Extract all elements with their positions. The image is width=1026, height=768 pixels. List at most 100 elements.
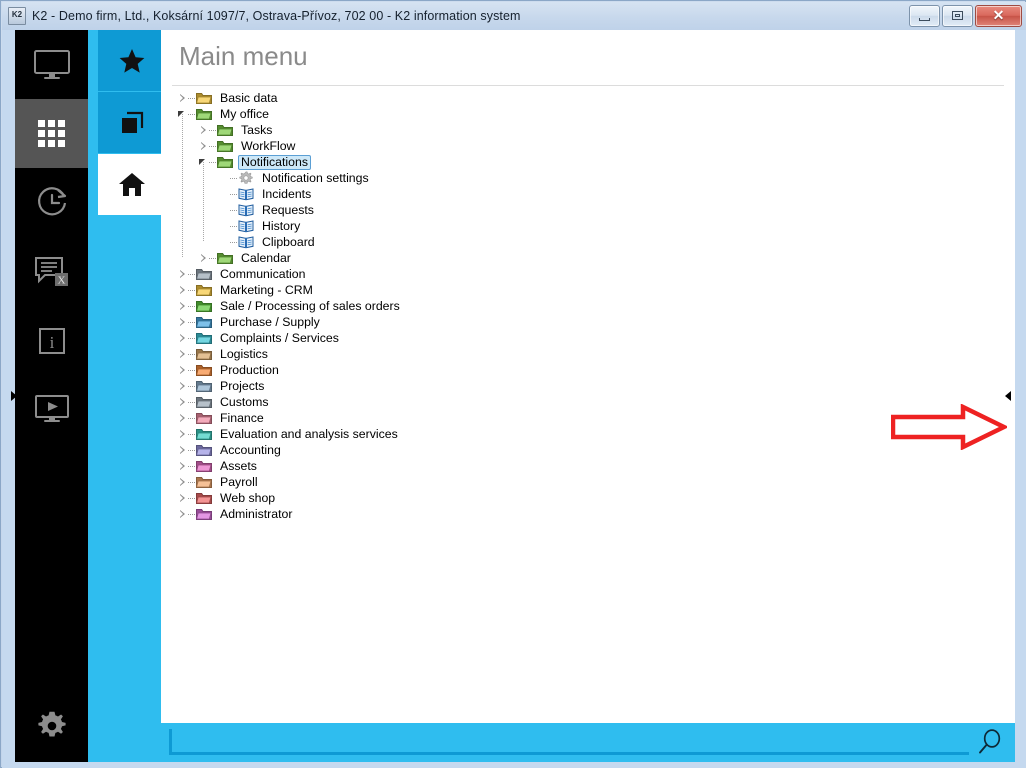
tree-connector xyxy=(188,426,196,442)
tree-item[interactable]: Requests xyxy=(177,202,977,218)
tree-item[interactable]: Customs xyxy=(177,394,977,410)
tree-item[interactable]: Administrator xyxy=(177,506,977,522)
minimize-icon xyxy=(919,18,930,21)
tree-item[interactable]: Projects xyxy=(177,378,977,394)
expand-toggle-icon[interactable] xyxy=(177,426,188,442)
tree-item[interactable]: Finance xyxy=(177,410,977,426)
rail-item-settings[interactable] xyxy=(15,691,88,760)
expand-toggle-icon[interactable] xyxy=(198,250,209,266)
tree-item[interactable]: Basic data xyxy=(177,90,977,106)
expand-toggle-icon[interactable] xyxy=(177,90,188,106)
tree-item[interactable]: Incidents xyxy=(177,186,977,202)
expand-toggle-icon[interactable] xyxy=(177,266,188,282)
tab-favourites[interactable] xyxy=(98,30,165,92)
rail-item-messages[interactable]: X xyxy=(15,237,88,306)
expand-toggle-icon[interactable] xyxy=(177,490,188,506)
tree-guide-line xyxy=(182,114,183,258)
expand-toggle-icon[interactable] xyxy=(177,410,188,426)
rail-item-information[interactable]: i xyxy=(15,306,88,375)
tree-item[interactable]: Notification settings xyxy=(177,170,977,186)
close-button[interactable]: ✕ xyxy=(975,5,1022,27)
tree-connector xyxy=(230,218,238,234)
tree-item[interactable]: Calendar xyxy=(177,250,977,266)
tree-connector xyxy=(188,506,196,522)
tree-connector xyxy=(188,106,196,122)
expand-toggle-icon[interactable] xyxy=(177,330,188,346)
folder-icon xyxy=(196,459,212,473)
folder-icon xyxy=(196,475,212,489)
tree-connector xyxy=(188,314,196,330)
tab-main-menu[interactable] xyxy=(98,154,165,216)
tree-item[interactable]: Marketing - CRM xyxy=(177,282,977,298)
tree-item-label: Calendar xyxy=(241,250,291,265)
tree-connector xyxy=(188,266,196,282)
tree-item-label: WorkFlow xyxy=(241,138,296,153)
expand-toggle-icon[interactable] xyxy=(177,458,188,474)
tab-column xyxy=(98,30,165,762)
tree-item[interactable]: Tasks xyxy=(177,122,977,138)
folder-icon xyxy=(196,363,212,377)
rail-item-modules[interactable] xyxy=(15,99,88,168)
tree-connector xyxy=(188,362,196,378)
tree-item-label: Clipboard xyxy=(262,234,315,249)
tree-item-label: Administrator xyxy=(220,506,293,521)
grid-apps-icon xyxy=(37,119,65,147)
tree-item[interactable]: Complaints / Services xyxy=(177,330,977,346)
tree-item[interactable]: History xyxy=(177,218,977,234)
expand-toggle-icon[interactable] xyxy=(177,394,188,410)
minimize-button[interactable] xyxy=(909,5,940,27)
folder-icon xyxy=(196,107,212,121)
folder-icon xyxy=(217,139,233,153)
tree-item[interactable]: Sale / Processing of sales orders xyxy=(177,298,977,314)
tree-item-label: Incidents xyxy=(262,186,312,201)
tree-item[interactable]: Payroll xyxy=(177,474,977,490)
tree-item-label: Projects xyxy=(220,378,265,393)
tree-item[interactable]: Accounting xyxy=(177,442,977,458)
search-input[interactable] xyxy=(169,729,969,755)
rail-item-history[interactable] xyxy=(15,168,88,237)
tree-item-label: Web shop xyxy=(220,490,276,505)
tree-connector xyxy=(188,378,196,394)
tree-item[interactable]: Notifications xyxy=(177,154,977,170)
tree-item[interactable]: Logistics xyxy=(177,346,977,362)
tree-item[interactable]: WorkFlow xyxy=(177,138,977,154)
folder-icon xyxy=(217,123,233,137)
rail-item-media[interactable] xyxy=(15,375,88,444)
rail-item-power[interactable] xyxy=(15,760,88,768)
tab-open-windows[interactable] xyxy=(98,92,165,154)
tree-connector xyxy=(209,250,217,266)
expand-toggle-icon[interactable] xyxy=(177,282,188,298)
header-divider xyxy=(172,85,1004,86)
expand-toggle-icon[interactable] xyxy=(177,506,188,522)
expand-toggle-icon[interactable] xyxy=(177,362,188,378)
maximize-button[interactable] xyxy=(942,5,973,27)
expand-toggle-icon[interactable] xyxy=(177,298,188,314)
collapse-right-panel-arrow[interactable] xyxy=(1004,388,1012,404)
main-menu-tree[interactable]: Basic data My office Tasks WorkFlow Notifica… xyxy=(177,90,977,522)
expand-toggle-icon[interactable] xyxy=(198,138,209,154)
expand-toggle-icon[interactable] xyxy=(177,346,188,362)
tree-item[interactable]: My office xyxy=(177,106,977,122)
tree-item[interactable]: Evaluation and analysis services xyxy=(177,426,977,442)
expand-toggle-icon[interactable] xyxy=(177,314,188,330)
title-bar[interactable]: K2 - Demo firm, Ltd., Koksární 1097/7, O… xyxy=(2,2,1026,30)
tree-item[interactable]: Purchase / Supply xyxy=(177,314,977,330)
expand-toggle-icon[interactable] xyxy=(177,474,188,490)
book-icon xyxy=(238,187,254,201)
expand-toggle-icon[interactable] xyxy=(177,378,188,394)
search-button[interactable] xyxy=(975,727,1005,757)
book-icon xyxy=(238,235,254,249)
tree-item-label: History xyxy=(262,218,301,233)
rail-item-desktop[interactable] xyxy=(15,30,88,99)
tree-item[interactable]: Production xyxy=(177,362,977,378)
tree-item[interactable]: Communication xyxy=(177,266,977,282)
tree-connector xyxy=(188,442,196,458)
tree-item[interactable]: Assets xyxy=(177,458,977,474)
tree-item[interactable]: Web shop xyxy=(177,490,977,506)
tree-item[interactable]: Clipboard xyxy=(177,234,977,250)
tree-connector xyxy=(209,122,217,138)
expand-toggle-icon[interactable] xyxy=(177,442,188,458)
expand-toggle-icon[interactable] xyxy=(198,122,209,138)
